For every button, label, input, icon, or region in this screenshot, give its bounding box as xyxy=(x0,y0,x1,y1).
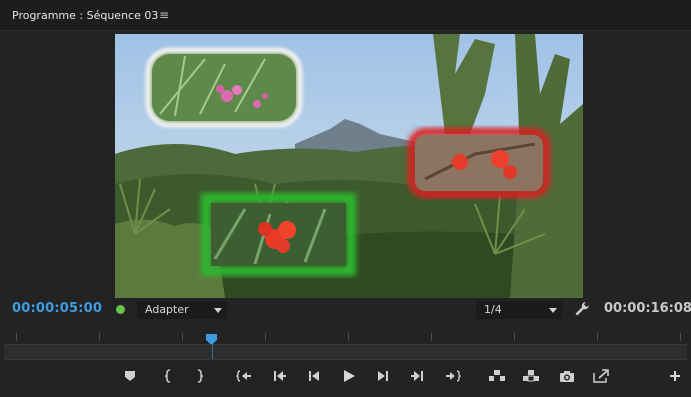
mark-in-icon xyxy=(164,369,171,383)
mark-out-button[interactable] xyxy=(190,366,210,386)
add-marker-button[interactable] xyxy=(120,366,140,386)
wrench-icon[interactable] xyxy=(573,300,591,318)
comparison-view-icon xyxy=(593,369,609,383)
playback-resolution-dropdown[interactable]: 1/4 xyxy=(476,301,562,319)
marker-icon xyxy=(125,371,135,381)
chevron-down-icon xyxy=(549,308,557,313)
zoom-level-value: Adapter xyxy=(145,303,189,316)
ruler-tick xyxy=(182,333,183,341)
button-editor-button[interactable] xyxy=(665,366,685,386)
play-icon xyxy=(344,370,355,382)
ruler-tick xyxy=(514,333,515,341)
playhead-icon[interactable] xyxy=(206,330,217,345)
step-back-button[interactable] xyxy=(304,366,324,386)
play-button[interactable] xyxy=(339,366,359,386)
export-frame-button[interactable] xyxy=(557,366,577,386)
program-monitor-viewer[interactable] xyxy=(115,34,583,298)
playhead-line xyxy=(212,342,213,359)
video-frame xyxy=(115,34,583,298)
time-ruler[interactable] xyxy=(4,329,687,343)
hamburger-icon[interactable]: ≡ xyxy=(159,8,169,22)
lift-icon xyxy=(489,370,505,381)
ruler-tick xyxy=(348,333,349,341)
ruler-tick xyxy=(16,333,17,341)
mark-out-icon xyxy=(197,369,204,383)
step-back-frame-icon xyxy=(309,371,319,381)
step-back-edit-icon xyxy=(274,371,286,381)
ruler-tick xyxy=(265,333,266,341)
ruler-tick xyxy=(99,333,100,341)
step-forward-button[interactable] xyxy=(373,366,393,386)
lift-button[interactable] xyxy=(487,366,507,386)
go-to-out-button[interactable] xyxy=(443,366,463,386)
chevron-down-icon xyxy=(214,308,222,313)
step-back-edit-button[interactable] xyxy=(270,366,290,386)
plus-icon xyxy=(670,371,680,381)
panel-header: Programme : Séquence 03 ≡ xyxy=(0,0,691,31)
go-to-in-button[interactable] xyxy=(234,366,254,386)
extract-icon xyxy=(523,370,539,382)
step-forward-frame-icon xyxy=(378,371,388,381)
duration-timecode: 00:00:16:08 xyxy=(604,301,691,316)
camera-icon xyxy=(560,370,574,382)
ruler-tick xyxy=(431,333,432,341)
mark-in-button[interactable] xyxy=(158,366,178,386)
step-forward-edit-button[interactable] xyxy=(407,366,427,386)
extract-button[interactable] xyxy=(521,366,541,386)
go-to-out-icon xyxy=(446,370,461,382)
current-timecode[interactable]: 00:00:05:00 xyxy=(12,301,102,316)
zoom-level-dropdown[interactable]: Adapter xyxy=(137,301,227,319)
panel-title[interactable]: Programme : Séquence 03 xyxy=(12,9,158,22)
playback-scrub-track[interactable] xyxy=(4,344,687,360)
ruler-tick xyxy=(597,333,598,341)
status-dot xyxy=(116,305,125,314)
playback-resolution-value: 1/4 xyxy=(484,303,502,316)
go-to-in-icon xyxy=(236,370,251,382)
ruler-tick xyxy=(680,333,681,341)
step-forward-edit-icon xyxy=(411,371,423,381)
comparison-view-button[interactable] xyxy=(591,366,611,386)
